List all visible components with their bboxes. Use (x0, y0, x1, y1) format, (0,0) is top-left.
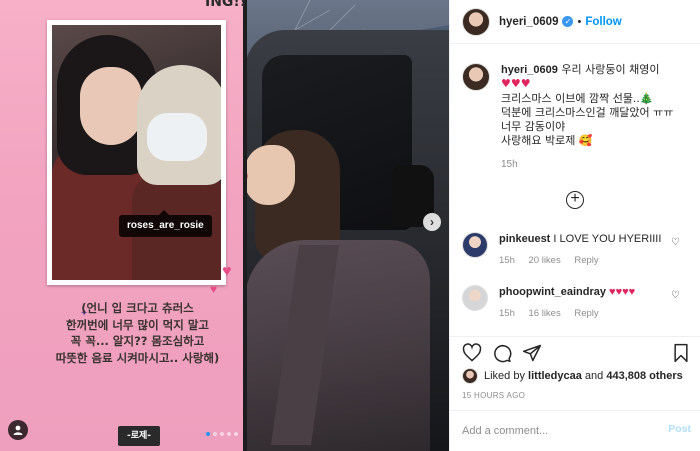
carousel-dot (206, 432, 210, 436)
comment-item: phoopwint_eaindray ♥♥♥♥ 15h 16 likes Rep… (462, 285, 690, 321)
comment-likes[interactable]: 20 likes (529, 255, 561, 266)
post-date[interactable]: 15 HOURS AGO (462, 391, 525, 400)
caption-username[interactable]: hyeri_0609 (501, 64, 558, 76)
post-photo[interactable]: e ING!! ♥ ♥ ✦ (언니 입 크다고 츄러스 한꺼번에 너무 많이 먹 (0, 0, 449, 451)
action-bar (450, 336, 700, 366)
avatar[interactable] (462, 285, 488, 311)
person-face (245, 145, 295, 205)
polaroid-image (52, 25, 221, 280)
caption-line: 덕분에 크리스마스인걸 깨달았어 ㅠㅠ (501, 105, 674, 119)
post-header: hyeri_0609 ✓ • Follow (450, 0, 700, 44)
carousel-dot (213, 432, 217, 436)
heart-icon[interactable]: ♡ (671, 291, 682, 301)
comment-likes[interactable]: 16 likes (529, 308, 561, 319)
comment-input[interactable] (462, 423, 652, 439)
comment-body: phoopwint_eaindray ♥♥♥♥ 15h 16 likes Rep… (499, 285, 669, 321)
carousel-dot (234, 432, 238, 436)
verified-icon: ✓ (562, 16, 574, 27)
avatar[interactable] (462, 63, 490, 91)
carousel-dot (220, 432, 224, 436)
bookmark-icon[interactable] (671, 343, 691, 363)
banner-signature: -로제- (118, 426, 161, 446)
header-username[interactable]: hyeri_0609 (499, 16, 558, 28)
comment-text: I LOVE YOU HYERIIII (553, 233, 662, 245)
polaroid-photo (47, 20, 226, 285)
avatar[interactable] (462, 368, 478, 384)
add-comment-bar: Post (450, 410, 700, 451)
reply-button[interactable]: Reply (574, 308, 598, 319)
comment-icon[interactable] (492, 343, 512, 363)
avatar[interactable] (462, 7, 490, 36)
instagram-post-modal: e ING!! ♥ ♥ ✦ (언니 입 크다고 츄러스 한꺼번에 너무 많이 먹 (0, 0, 700, 451)
banner-message: (언니 입 크다고 츄러스 한꺼번에 너무 많이 먹지 말고 꼭 꼭... 알지… (55, 301, 220, 365)
caption-text: hyeri_0609 우리 사랑둥이 채영이 ♥♥♥ 크리스마스 이브에 깜짝 … (501, 63, 691, 172)
share-icon[interactable] (522, 343, 542, 363)
comments-section[interactable]: hyeri_0609 우리 사랑둥이 채영이 ♥♥♥ 크리스마스 이브에 깜짝 … (450, 45, 700, 335)
likes-line: Liked by littledycaa and 443,808 others (462, 368, 683, 384)
comment-meta: 15h 16 likes Reply (499, 307, 669, 321)
caption-line: 사랑해요 박로제 🥰 (501, 134, 593, 148)
heart-decoration: ♥ (210, 282, 218, 296)
reply-button[interactable]: Reply (574, 255, 598, 266)
caption-line: 우리 사랑둥이 채영이 (561, 63, 660, 76)
person-coat (245, 240, 430, 451)
likes-count[interactable]: 443,808 others (606, 370, 682, 382)
post-side-panel: hyeri_0609 ✓ • Follow hyeri_0609 우리 사랑둥이… (449, 0, 700, 451)
post-button[interactable]: Post (668, 423, 691, 435)
comment-username[interactable]: pinkeuest (499, 233, 550, 245)
heart-decoration: ♥ (222, 263, 232, 280)
comment-time[interactable]: 15h (499, 255, 515, 266)
likes-user[interactable]: littledycaa (528, 370, 582, 382)
post-caption: hyeri_0609 우리 사랑둥이 채영이 ♥♥♥ 크리스마스 이브에 깜짝 … (462, 63, 691, 172)
girl1-face (80, 67, 142, 145)
banner-top-text: ING!! (205, 0, 247, 10)
comment-time[interactable]: 15h (499, 308, 515, 319)
avatar[interactable] (462, 232, 488, 258)
carousel-dot (227, 432, 231, 436)
plus-circle-icon[interactable]: + (566, 191, 584, 209)
comment-text: ♥♥♥♥ (609, 286, 636, 298)
caption-time[interactable]: 15h (501, 158, 691, 172)
caption-line: 너무 감동이야 (501, 120, 566, 134)
comment-item: pinkeuest I LOVE YOU HYERIIII 15h 20 lik… (462, 232, 690, 268)
girl2-mask (147, 113, 207, 161)
comment-meta: 15h 20 likes Reply (499, 254, 669, 268)
chevron-right-icon[interactable]: › (423, 213, 441, 231)
follow-button[interactable]: Follow (585, 16, 621, 28)
likes-middle: and (584, 370, 604, 382)
heart-icon[interactable] (462, 343, 482, 363)
separator-dot: • (577, 15, 582, 28)
user-tag[interactable]: roses_are_rosie (119, 210, 212, 237)
comment-body: pinkeuest I LOVE YOU HYERIIII 15h 20 lik… (499, 232, 669, 268)
user-tag-icon[interactable] (8, 420, 28, 440)
caption-line: 크리스마스 이브에 깜짝 선물..🎄 (501, 91, 654, 105)
heart-icon[interactable]: ♡ (671, 238, 682, 248)
carousel-dots (206, 432, 238, 436)
likes-prefix: Liked by (484, 370, 525, 382)
comment-username[interactable]: phoopwint_eaindray (499, 286, 606, 298)
caption-hearts: ♥♥♥ (501, 77, 531, 91)
